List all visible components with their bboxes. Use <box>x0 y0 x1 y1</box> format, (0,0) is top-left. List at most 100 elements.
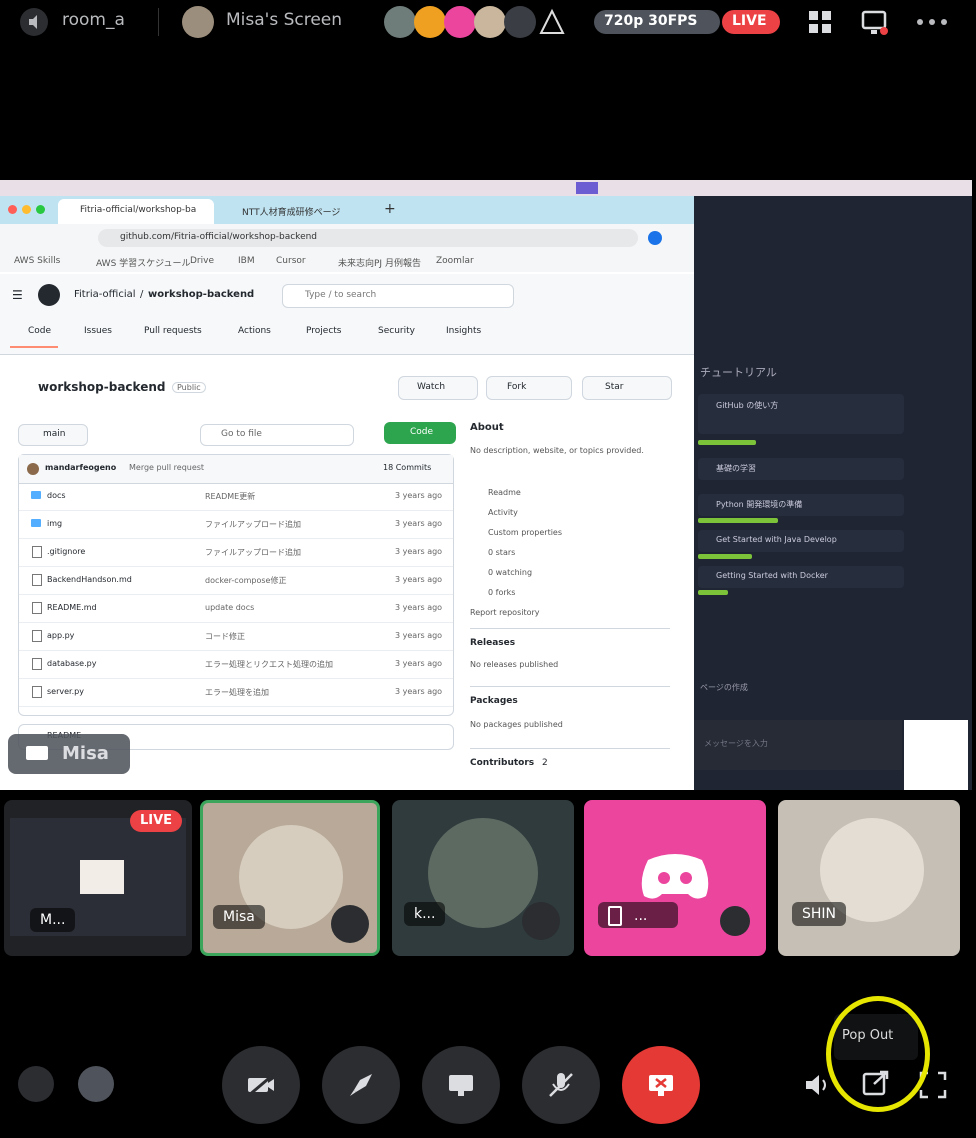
watch-button[interactable]: Watch <box>398 376 478 400</box>
shared-screen[interactable]: Fitria-official/workshop-ba NTT人材育成研修ページ… <box>0 180 972 790</box>
go-to-file-input[interactable]: Go to file <box>200 424 354 446</box>
table-row[interactable]: database.py エラー処理とリクエスト処理の追加 3 years ago <box>19 651 453 679</box>
profile-icon[interactable] <box>648 231 662 245</box>
about-item[interactable]: 0 stars <box>488 548 515 557</box>
participant-tile[interactable]: LIVE M... <box>4 800 192 956</box>
file-commit-msg[interactable]: ファイルアップロード追加 <box>205 547 301 558</box>
message-input[interactable]: メッセージを入力 <box>694 720 902 770</box>
star-button[interactable]: Star <box>582 376 672 400</box>
tab-github[interactable]: Fitria-official/workshop-ba <box>58 199 214 224</box>
table-row[interactable]: img ファイルアップロード追加 3 years ago <box>19 511 453 539</box>
tab-second[interactable]: NTT人材育成研修ページ <box>220 199 374 224</box>
participant-tile[interactable]: k... <box>392 800 574 956</box>
file-name[interactable]: BackendHandson.md <box>47 575 132 584</box>
file-commit-msg[interactable]: docker-compose修正 <box>205 575 286 586</box>
file-icon <box>32 574 42 586</box>
close-dot[interactable] <box>8 205 17 214</box>
about-item[interactable]: 0 watching <box>488 568 532 577</box>
repo-name[interactable]: workshop-backend <box>148 289 254 300</box>
bookmark[interactable]: Cursor <box>276 256 306 266</box>
bookmark[interactable]: Zoomlar <box>436 256 474 266</box>
volume-icon[interactable] <box>802 1070 832 1100</box>
file-commit-msg[interactable]: README更新 <box>205 491 255 502</box>
file-commit-msg[interactable]: エラー処理を追加 <box>205 687 269 698</box>
commit-message[interactable]: Merge pull request <box>129 463 204 472</box>
list-item[interactable]: Get Started with Java Develop <box>698 530 904 559</box>
commit-author[interactable]: mandarfeogeno <box>45 463 116 472</box>
screen-icon[interactable] <box>860 8 890 38</box>
minimize-dot[interactable] <box>22 205 31 214</box>
new-tab-icon[interactable]: + <box>384 201 396 217</box>
emoji-icon[interactable] <box>78 1066 114 1102</box>
participant-tile[interactable]: Misa <box>200 800 380 956</box>
bookmark[interactable]: IBM <box>238 256 255 266</box>
activities-button[interactable] <box>322 1046 400 1124</box>
tab-code[interactable]: Code <box>28 326 51 336</box>
bookmark[interactable]: AWS 学習スケジュール <box>96 256 191 269</box>
tab-projects[interactable]: Projects <box>306 326 341 336</box>
camera-off-button[interactable] <box>222 1046 300 1124</box>
speaker-icon[interactable] <box>20 8 48 36</box>
tab-insights[interactable]: Insights <box>446 326 481 336</box>
list-item-text: Get Started with Java Develop <box>716 535 837 544</box>
tab-pull-requests[interactable]: Pull requests <box>144 326 202 336</box>
branch-select[interactable]: main <box>18 424 88 446</box>
right-pane-footer: ページの作成 <box>700 683 748 692</box>
search-input[interactable]: Type / to search <box>282 284 514 308</box>
list-item[interactable]: GitHub の使い方 <box>698 394 904 445</box>
file-commit-msg[interactable]: コード修正 <box>205 631 245 642</box>
about-item[interactable]: Readme <box>488 488 521 497</box>
repo-owner[interactable]: Fitria-official <box>74 289 136 300</box>
mic-off-button[interactable] <box>522 1046 600 1124</box>
rocket-icon <box>350 1074 372 1096</box>
screen-share-button[interactable] <box>422 1046 500 1124</box>
grid-icon[interactable] <box>806 8 834 36</box>
file-name[interactable]: app.py <box>47 631 74 640</box>
about-item[interactable]: Custom properties <box>488 528 562 537</box>
list-item[interactable]: Python 開発環境の準備 <box>698 494 904 523</box>
live-badge: LIVE <box>130 810 182 832</box>
activity-icon[interactable] <box>18 1066 54 1102</box>
file-commit-msg[interactable]: update docs <box>205 603 254 612</box>
table-row[interactable]: BackendHandson.md docker-compose修正 3 yea… <box>19 567 453 595</box>
commit-count[interactable]: 18 Commits <box>383 463 431 472</box>
report-link[interactable]: Report repository <box>470 608 540 617</box>
bookmark[interactable]: Drive <box>190 256 214 266</box>
list-item[interactable]: 基礎の学習 <box>698 458 904 480</box>
table-row[interactable]: docs README更新 3 years ago <box>19 483 453 511</box>
file-name[interactable]: database.py <box>47 659 96 668</box>
about-item[interactable]: Activity <box>488 508 518 517</box>
bookmark[interactable]: 未来志向PJ 月例報告 <box>338 256 421 269</box>
participant-tile[interactable]: SHIN <box>778 800 960 956</box>
about-item[interactable]: 0 forks <box>488 588 515 597</box>
fork-button[interactable]: Fork <box>486 376 572 400</box>
tab-issues[interactable]: Issues <box>84 326 112 336</box>
file-commit-msg[interactable]: ファイルアップロード追加 <box>205 519 301 530</box>
file-name[interactable]: docs <box>47 491 66 500</box>
file-name[interactable]: .gitignore <box>47 547 85 556</box>
file-name[interactable]: img <box>47 519 62 528</box>
bookmark[interactable]: AWS Skills <box>14 256 60 266</box>
file-name[interactable]: server.py <box>47 687 84 696</box>
menu-icon[interactable]: ☰ <box>12 288 23 302</box>
folder-icon <box>31 491 41 499</box>
table-row[interactable]: README.md update docs 3 years ago <box>19 595 453 623</box>
tab-security[interactable]: Security <box>378 326 415 336</box>
list-item[interactable]: Getting Started with Docker <box>698 566 904 595</box>
file-name[interactable]: README.md <box>47 603 97 612</box>
participant-tile[interactable]: ... <box>584 800 766 956</box>
table-row[interactable]: .gitignore ファイルアップロード追加 3 years ago <box>19 539 453 567</box>
address-field[interactable]: github.com/Fitria-official/workshop-back… <box>98 229 638 247</box>
maximize-dot[interactable] <box>36 205 45 214</box>
file-commit-msg[interactable]: エラー処理とリクエスト処理の追加 <box>205 659 333 670</box>
stop-stream-button[interactable] <box>622 1046 700 1124</box>
table-row[interactable]: app.py コード修正 3 years ago <box>19 623 453 651</box>
divider <box>470 686 670 687</box>
github-logo-icon[interactable] <box>38 284 60 306</box>
tab-actions[interactable]: Actions <box>238 326 271 336</box>
viewer-avatars[interactable] <box>384 4 574 40</box>
table-row[interactable]: server.py エラー処理を追加 3 years ago <box>19 679 453 707</box>
more-icon[interactable] <box>914 10 950 34</box>
code-button[interactable]: Code <box>384 422 456 444</box>
room-name[interactable]: room_a <box>62 10 125 30</box>
